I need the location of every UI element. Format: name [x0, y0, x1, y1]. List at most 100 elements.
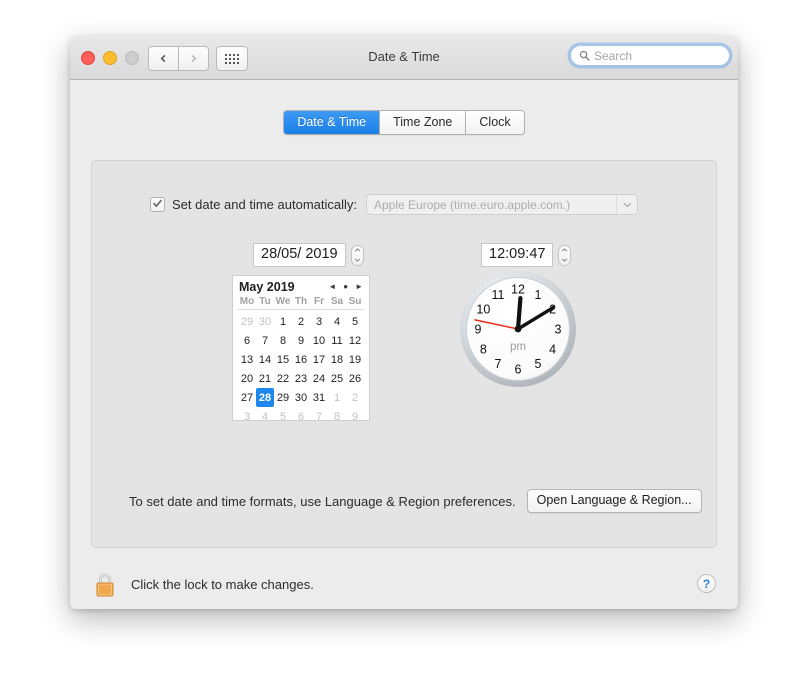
lock-row: Click the lock to make changes. [93, 570, 314, 598]
clock-numeral: 3 [555, 323, 562, 337]
calendar-day[interactable]: 8 [274, 331, 292, 350]
tab-date-time[interactable]: Date & Time [284, 111, 380, 134]
calendar-day[interactable]: 24 [310, 369, 328, 388]
clock-meridiem: pm [510, 341, 526, 353]
calendar-day[interactable]: 19 [346, 350, 364, 369]
tab-clock[interactable]: Clock [466, 111, 523, 134]
window-titlebar: Date & Time Search [70, 36, 738, 80]
calendar-prev-icon[interactable]: ◄ [328, 283, 336, 291]
calendar-day[interactable]: 30 [292, 388, 310, 407]
calendar-day[interactable]: 8 [328, 407, 346, 426]
clock-numeral: 12 [511, 283, 525, 297]
calendar-day[interactable]: 4 [328, 312, 346, 331]
chevron-down-icon [616, 195, 637, 214]
calendar-day[interactable]: 1 [274, 312, 292, 331]
calendar-weekday: Sa [328, 296, 346, 307]
checkmark-icon [152, 198, 163, 209]
clock-numeral: 6 [515, 363, 522, 377]
stepper-down-icon[interactable] [561, 258, 568, 262]
calendar-day[interactable]: 7 [256, 331, 274, 350]
date-stepper[interactable] [351, 245, 364, 266]
clock-numeral: 11 [492, 288, 505, 302]
content-panel: Set date and time automatically: Apple E… [91, 160, 717, 548]
calendar-day[interactable]: 5 [346, 312, 364, 331]
calendar-day[interactable]: 23 [292, 369, 310, 388]
calendar-day[interactable]: 13 [238, 350, 256, 369]
clock-numeral: 1 [535, 288, 542, 302]
calendar-day[interactable]: 20 [238, 369, 256, 388]
calendar-day[interactable]: 6 [292, 407, 310, 426]
date-field-row: 28/05/ 2019 [253, 243, 364, 267]
calendar-day[interactable]: 7 [310, 407, 328, 426]
calendar-day[interactable]: 9 [346, 407, 364, 426]
calendar-day[interactable]: 11 [328, 331, 346, 350]
window-body: Date & Time Time Zone Clock Set date and… [70, 80, 738, 609]
calendar-day[interactable]: 15 [274, 350, 292, 369]
format-hint-text: To set date and time formats, use Langua… [129, 494, 516, 509]
calendar-next-icon[interactable]: ► [355, 283, 363, 291]
clock-numeral: 7 [495, 357, 502, 371]
date-input[interactable]: 28/05/ 2019 [253, 243, 346, 267]
tab-bar: Date & Time Time Zone Clock [70, 110, 738, 135]
lock-icon[interactable] [93, 570, 117, 598]
calendar-day-selected[interactable]: 28 [256, 388, 274, 407]
calendar-day[interactable]: 14 [256, 350, 274, 369]
calendar-month-label: May 2019 [239, 280, 295, 294]
clock-numeral: 5 [535, 357, 542, 371]
calendar-weekday: Mo [238, 296, 256, 307]
calendar-day[interactable]: 3 [310, 312, 328, 331]
calendar-day[interactable]: 6 [238, 331, 256, 350]
time-field-row: 12:09:47 [481, 243, 571, 267]
set-automatically-label: Set date and time automatically: [172, 197, 357, 212]
calendar-day[interactable]: 1 [328, 388, 346, 407]
help-button[interactable]: ? [697, 574, 716, 593]
tab-time-zone[interactable]: Time Zone [380, 111, 466, 134]
calendar-today-icon[interactable]: ● [343, 283, 348, 291]
search-icon [579, 50, 590, 61]
calendar-day[interactable]: 2 [346, 388, 364, 407]
calendar-day[interactable]: 4 [256, 407, 274, 426]
calendar-weekday: Su [346, 296, 364, 307]
calendar-day[interactable]: 9 [292, 331, 310, 350]
segmented-control: Date & Time Time Zone Clock [283, 110, 524, 135]
calendar-day[interactable]: 25 [328, 369, 346, 388]
clock-face: 121234567891011 pm [457, 268, 579, 390]
calendar-day[interactable]: 10 [310, 331, 328, 350]
calendar-day[interactable]: 16 [292, 350, 310, 369]
calendar-weekday: Tu [256, 296, 274, 307]
search-input[interactable]: Search [594, 49, 632, 63]
calendar-day[interactable]: 22 [274, 369, 292, 388]
calendar-day[interactable]: 26 [346, 369, 364, 388]
stepper-down-icon[interactable] [354, 258, 361, 262]
time-stepper[interactable] [558, 245, 571, 266]
calendar-day[interactable]: 31 [310, 388, 328, 407]
set-automatically-checkbox[interactable] [150, 197, 165, 212]
calendar-day[interactable]: 2 [292, 312, 310, 331]
clock-numeral: 8 [480, 343, 487, 357]
stepper-up-icon[interactable] [354, 248, 361, 252]
calendar-day[interactable]: 29 [274, 388, 292, 407]
time-server-value: Apple Europe (time.euro.apple.com.) [367, 198, 616, 212]
search-field[interactable]: Search [570, 45, 730, 66]
calendar-day[interactable]: 27 [238, 388, 256, 407]
stepper-up-icon[interactable] [561, 248, 568, 252]
calendar-day[interactable]: 30 [256, 312, 274, 331]
calendar-day[interactable]: 29 [238, 312, 256, 331]
time-input[interactable]: 12:09:47 [481, 243, 553, 267]
calendar-day[interactable]: 5 [274, 407, 292, 426]
calendar-day[interactable]: 12 [346, 331, 364, 350]
open-language-region-button[interactable]: Open Language & Region... [527, 489, 702, 513]
format-hint-row: To set date and time formats, use Langua… [129, 489, 702, 513]
calendar-day[interactable]: 17 [310, 350, 328, 369]
calendar-weekday: Fr [310, 296, 328, 307]
calendar-widget[interactable]: May 2019 ◄ ● ► MoTuWeThFrSaSu 2930123456… [232, 275, 370, 421]
calendar-weekday: We [274, 296, 292, 307]
calendar-nav: ◄ ● ► [328, 283, 363, 291]
calendar-day[interactable]: 18 [328, 350, 346, 369]
calendar-day[interactable]: 21 [256, 369, 274, 388]
calendar-weekday: Th [292, 296, 310, 307]
time-server-dropdown[interactable]: Apple Europe (time.euro.apple.com.) [366, 194, 638, 215]
calendar-weekday-header: MoTuWeThFrSaSu [238, 296, 364, 310]
calendar-day[interactable]: 3 [238, 407, 256, 426]
calendar-header: May 2019 ◄ ● ► [238, 280, 364, 296]
